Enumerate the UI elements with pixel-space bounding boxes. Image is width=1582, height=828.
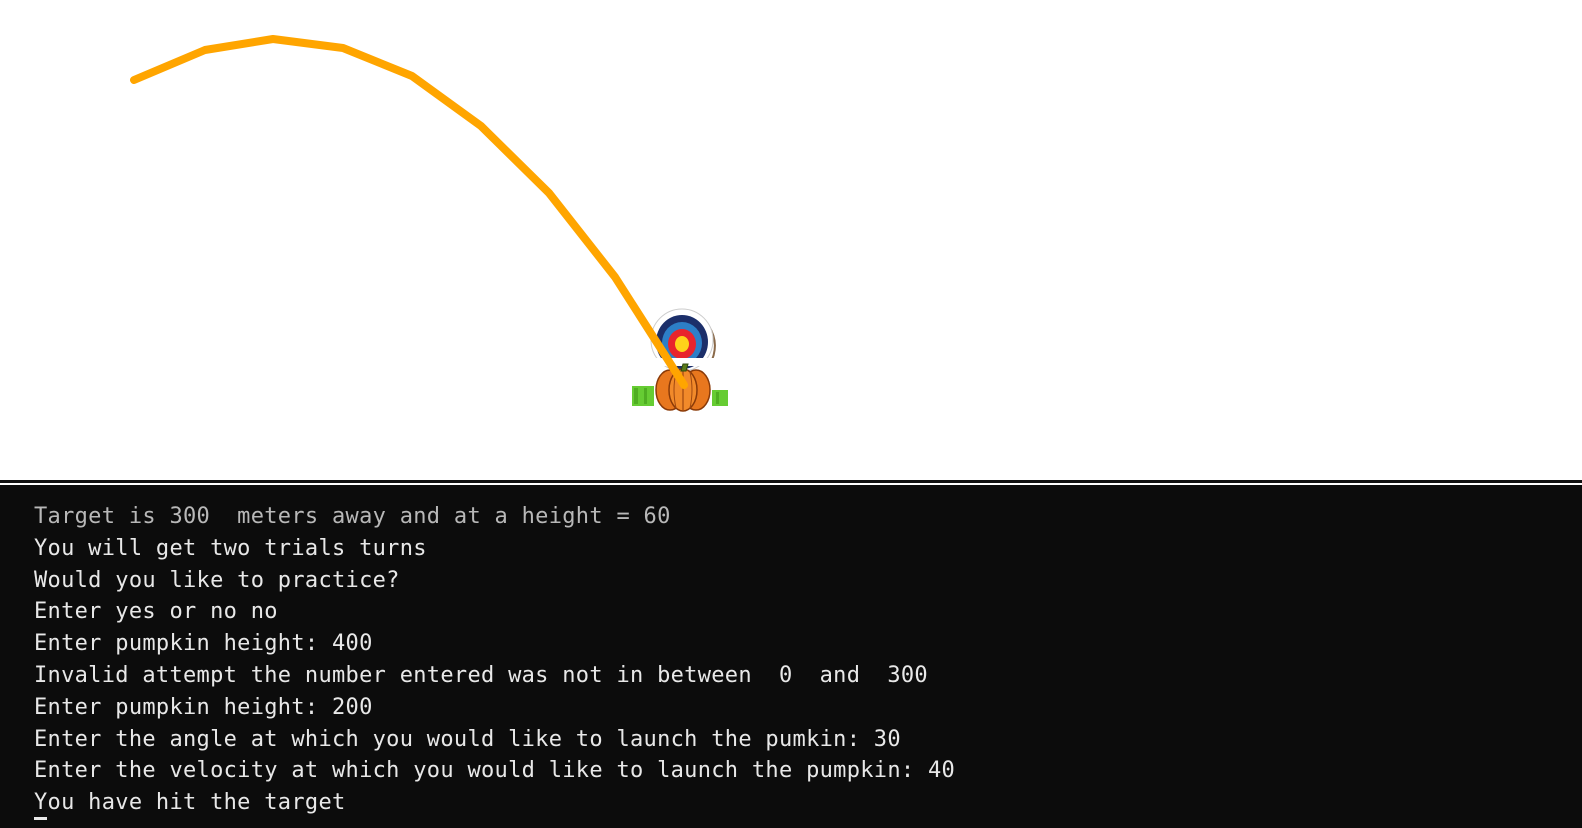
console-line: Enter the angle at which you would like … [34, 726, 901, 752]
turtle-canvas [0, 0, 1582, 480]
console-line: You will get two trials turns [34, 535, 427, 561]
console-line: Would you like to practice? [34, 567, 400, 593]
console-line: You have hit the target [34, 790, 346, 816]
console-line: Invalid attempt the number entered was n… [34, 662, 928, 688]
pumpkin-trajectory [130, 35, 688, 389]
console-line: Target is 300 meters away and at a heigh… [34, 504, 671, 529]
terminal-console[interactable]: Target is 300 meters away and at a heigh… [0, 485, 1582, 828]
console-line: Enter pumpkin height: 200 [34, 694, 373, 720]
console-line: Enter the velocity at which you would li… [34, 758, 956, 784]
console-line: Enter yes or no no [34, 599, 278, 625]
scene-svg [130, 35, 728, 412]
console-line: Enter pumpkin height: 400 [34, 631, 373, 657]
